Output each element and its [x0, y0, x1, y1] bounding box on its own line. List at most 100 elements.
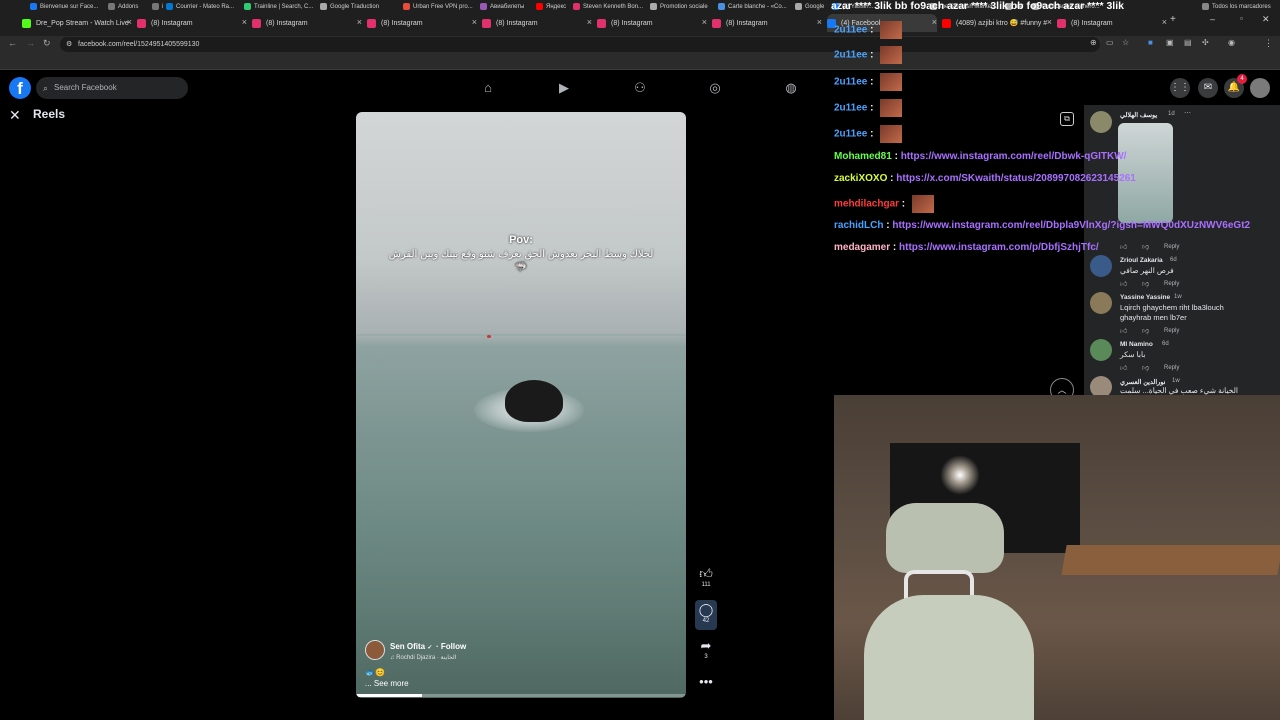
forward-icon[interactable]: →: [26, 38, 35, 48]
chat-username[interactable]: zackiXOXO: [834, 173, 887, 184]
thumbs-up-icon[interactable]: 👍︎: [1120, 326, 1127, 335]
bookmark-item[interactable]: Addons: [108, 3, 138, 10]
zoom-icon[interactable]: ⊕: [1090, 38, 1097, 47]
tab[interactable]: (8) Instagram ×: [712, 14, 822, 32]
follow-button[interactable]: · Follow: [436, 642, 466, 651]
chat-username[interactable]: rachidLCh: [834, 220, 883, 231]
tab-close-icon[interactable]: ×: [587, 17, 592, 27]
groups-icon[interactable]: ◎: [707, 80, 723, 96]
chat-username[interactable]: 2u11ee: [834, 25, 867, 36]
gaming-icon[interactable]: ◍: [783, 80, 799, 96]
tab[interactable]: (8) Instagram ×: [252, 14, 362, 32]
reply-link[interactable]: Reply: [1164, 365, 1179, 371]
chat-link[interactable]: https://x.com/SKwaith/status/20899708262…: [896, 173, 1136, 184]
profile-icon[interactable]: ◉: [1228, 38, 1235, 47]
bookmark-item[interactable]: Google: [795, 3, 824, 10]
chat-username[interactable]: 2u11ee: [834, 50, 867, 61]
bookmark-item[interactable]: Carte blanche - «Co...: [718, 3, 787, 10]
tab-close-icon[interactable]: ×: [242, 17, 247, 27]
comment-button[interactable]: ◯ 42: [695, 600, 717, 630]
video-progress-bar[interactable]: [356, 694, 686, 697]
facebook-logo[interactable]: f: [9, 77, 31, 99]
messenger-icon[interactable]: ✉: [1198, 78, 1218, 98]
close-window-button[interactable]: ✕: [1262, 14, 1270, 25]
commenter-avatar[interactable]: [1090, 292, 1112, 314]
commenter-avatar[interactable]: [1090, 255, 1112, 277]
commenter-name[interactable]: نورالدين العسري: [1120, 378, 1165, 386]
back-icon[interactable]: ←: [8, 38, 17, 48]
search-input[interactable]: ⌕ Search Facebook: [36, 77, 188, 99]
site-info-icon[interactable]: ⚙: [66, 37, 72, 52]
comment-more-icon[interactable]: ⋯: [1184, 109, 1191, 117]
thumbs-up-icon[interactable]: 👍︎: [1120, 279, 1127, 288]
chat-username[interactable]: 2u11ee: [834, 129, 867, 140]
menu-grid-icon[interactable]: ⋮⋮: [1170, 78, 1190, 98]
tab-close-icon[interactable]: ×: [932, 17, 937, 27]
tab[interactable]: (4089) azjibi ktro 😅 #funny # ×: [942, 14, 1052, 32]
thumbs-up-icon[interactable]: 👍︎: [1120, 363, 1127, 372]
chat-username[interactable]: 2u11ee: [834, 103, 867, 114]
bookmark-item[interactable]: Авиабилеты: [480, 3, 524, 10]
author-avatar[interactable]: [365, 640, 385, 660]
bookmark-item[interactable]: Trainline | Search, C...: [244, 3, 313, 10]
tab-close-icon[interactable]: ×: [1162, 17, 1167, 27]
commenter-name[interactable]: MI Namino: [1120, 341, 1153, 348]
home-icon[interactable]: ⌂: [480, 80, 496, 96]
chat-link[interactable]: https://www.instagram.com/reel/Dbwk-qGIT…: [901, 151, 1127, 162]
extension-icon[interactable]: ▤: [1184, 38, 1192, 47]
reload-icon[interactable]: ↻: [43, 38, 51, 49]
chat-link[interactable]: https://www.instagram.com/p/DbfjSzhjTfc/: [899, 242, 1099, 253]
reply-link[interactable]: Reply: [1164, 328, 1179, 334]
reply-link[interactable]: Reply: [1164, 244, 1179, 250]
extensions-puzzle-icon[interactable]: ✣: [1202, 38, 1209, 47]
chat-username[interactable]: Mohamed81: [834, 151, 892, 162]
chat-link[interactable]: https://www.instagram.com/reel/Dbpla9Vln…: [892, 220, 1250, 231]
expand-icon[interactable]: ⧉: [1060, 112, 1074, 126]
reply-link[interactable]: Reply: [1164, 281, 1179, 287]
commenter-avatar[interactable]: [1090, 376, 1112, 395]
tab[interactable]: (8) Instagram ×: [597, 14, 707, 32]
thumbs-down-icon[interactable]: 👎︎: [1142, 326, 1149, 335]
bookmark-item[interactable]: Steven Kenneth Bon...: [573, 3, 643, 10]
see-more-link[interactable]: ... See more: [365, 679, 409, 688]
chat-username[interactable]: medagamer: [834, 242, 890, 253]
bookmark-star-icon[interactable]: ☆: [1122, 38, 1129, 47]
url-field[interactable]: ⚙ facebook.com/reel/1524951405599130: [60, 37, 1100, 52]
minimize-button[interactable]: –: [1210, 14, 1215, 24]
tab-close-icon[interactable]: ×: [357, 17, 362, 27]
bookmark-item[interactable]: Google Traduction: [320, 3, 379, 10]
author-name[interactable]: Sen Ofita ✓: [390, 642, 432, 651]
chat-username[interactable]: mehdilachgar: [834, 199, 899, 210]
close-icon[interactable]: ✕: [9, 107, 21, 124]
bookmark-item[interactable]: Courrier - Mateo Ra...: [166, 3, 234, 10]
new-tab-button[interactable]: +: [1170, 14, 1176, 25]
commenter-avatar[interactable]: [1090, 111, 1112, 133]
audio-track[interactable]: ♫ Rochdi Djazira · الخاينة: [390, 654, 456, 661]
maximize-button[interactable]: ▫: [1240, 14, 1243, 23]
tab-close-icon[interactable]: ×: [127, 17, 132, 27]
reel-video[interactable]: Pov: لخلاك وسط البحر بعدوش الحق يعرف شنو…: [356, 112, 686, 698]
tab-close-icon[interactable]: ×: [472, 17, 477, 27]
bookmark-item[interactable]: Bienvenue sur Face...: [30, 3, 98, 10]
thumbs-down-icon[interactable]: 👎︎: [1142, 242, 1149, 251]
commenter-avatar[interactable]: [1090, 339, 1112, 361]
tab[interactable]: Dre_Pop Stream - Watch Live ×: [22, 14, 132, 32]
friends-icon[interactable]: ⚇: [632, 80, 648, 96]
tab[interactable]: (8) Instagram ×: [137, 14, 247, 32]
browser-menu-icon[interactable]: ⋮: [1264, 38, 1273, 49]
cast-icon[interactable]: ▭: [1106, 38, 1114, 47]
thumbs-down-icon[interactable]: 👎︎: [1142, 279, 1149, 288]
tab[interactable]: (8) Instagram ×: [367, 14, 477, 32]
tab-close-icon[interactable]: ×: [817, 17, 822, 27]
commenter-name[interactable]: Zrioul Zakaria: [1120, 257, 1163, 264]
share-button[interactable]: ➦ 3: [695, 638, 717, 660]
all-bookmarks[interactable]: Todos los marcadores: [1202, 3, 1271, 10]
video-icon[interactable]: ▶: [556, 80, 572, 96]
bookmark-item[interactable]: i: [152, 3, 163, 10]
bookmark-item[interactable]: Urban Free VPN pro...: [403, 3, 473, 10]
bookmark-item[interactable]: Яндекс: [536, 3, 566, 10]
extension-icon[interactable]: ▣: [1166, 38, 1174, 47]
tab[interactable]: (8) Instagram ×: [482, 14, 592, 32]
like-button[interactable]: 👍︎ 111: [695, 566, 717, 588]
more-options-button[interactable]: •••: [695, 674, 717, 690]
